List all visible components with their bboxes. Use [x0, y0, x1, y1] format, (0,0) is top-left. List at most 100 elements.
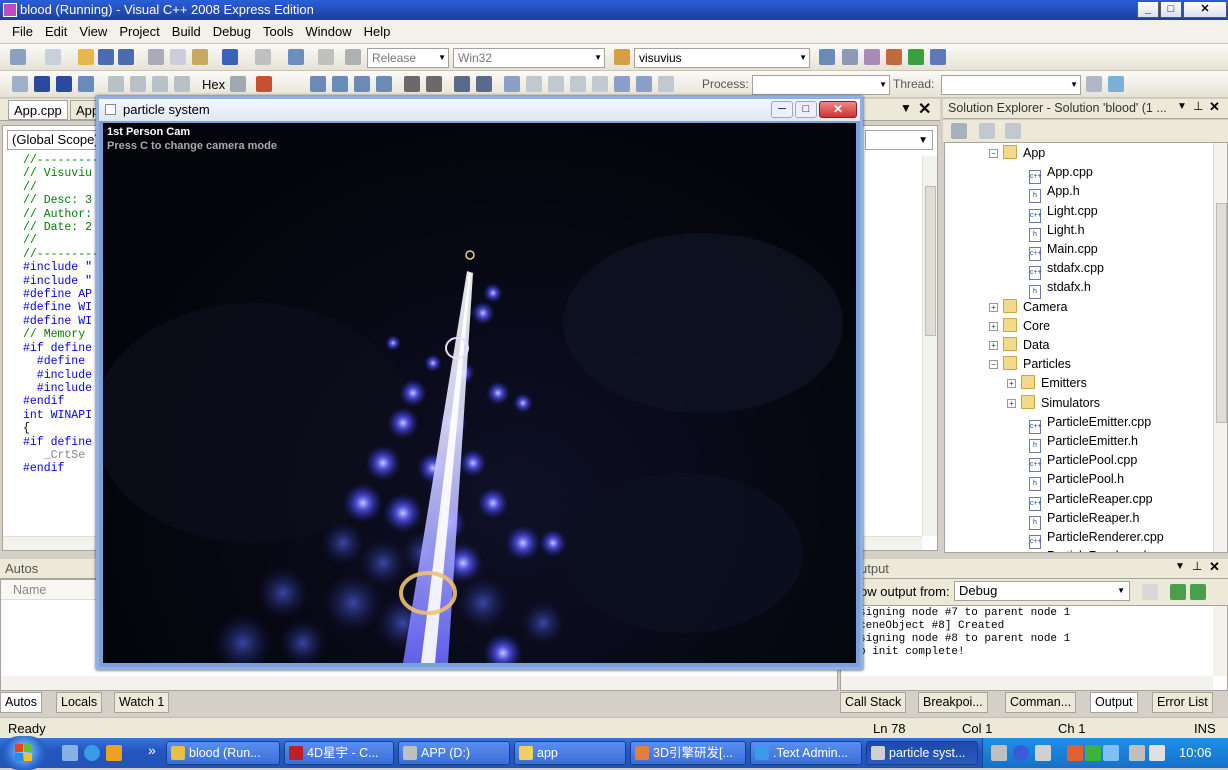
output-pin-icon[interactable]: ⊥	[1192, 559, 1202, 573]
output-vscrollbar[interactable]	[1213, 606, 1227, 676]
task-app-folder[interactable]: app	[514, 741, 626, 765]
restart-icon[interactable]	[78, 76, 94, 92]
stop-debugging-icon[interactable]	[56, 76, 72, 92]
tab-locals[interactable]: Locals	[56, 692, 103, 713]
redo-icon[interactable]	[255, 49, 271, 65]
expand-icon[interactable]: +	[1007, 398, 1016, 408]
expand-icon[interactable]: +	[989, 321, 998, 331]
object-browser-icon[interactable]	[864, 49, 880, 65]
show-desktop-icon[interactable]	[62, 745, 78, 761]
tree-item-particleemitter-cpp[interactable]: c++ ParticleEmitter.cpp	[1029, 413, 1151, 434]
tree-item-core[interactable]: + Core	[989, 317, 1050, 336]
menu-edit[interactable]: Edit	[39, 20, 73, 42]
prev-bookmark-folder-icon[interactable]	[570, 76, 586, 92]
tab-breakpoints[interactable]: Breakpoi...	[918, 692, 988, 713]
breakpoints-window-icon[interactable]	[256, 76, 272, 92]
tray-keyboard-icon[interactable]	[991, 745, 1007, 761]
tray-app1-icon[interactable]	[1067, 745, 1083, 761]
tree-item-data[interactable]: + Data	[989, 336, 1049, 355]
indent-icon[interactable]	[404, 76, 420, 92]
next-bookmark-folder-icon[interactable]	[592, 76, 608, 92]
se-show-all-icon[interactable]	[979, 123, 995, 139]
expand-icon[interactable]: +	[989, 341, 998, 350]
particle-minimize-button[interactable]: ─	[771, 101, 793, 118]
format2-icon[interactable]	[332, 76, 348, 92]
tab-error-list[interactable]: Error List	[1152, 692, 1213, 713]
thread-select[interactable]: ▼	[941, 75, 1081, 95]
copy-icon[interactable]	[170, 49, 186, 65]
task-4d[interactable]: 4D星宇 - C...	[284, 741, 394, 765]
output-source-select[interactable]: Debug ▼	[954, 581, 1130, 601]
navigate-forward-icon[interactable]	[318, 49, 334, 65]
tree-item-simulators[interactable]: + Simulators	[1007, 394, 1100, 413]
particle-system-window[interactable]: particle system ─ □ ✕ 1st Person Cam Pre…	[96, 96, 863, 670]
start-button[interactable]	[2, 736, 46, 770]
quicklaunch-more-icon[interactable]: »	[148, 742, 156, 758]
tray-volume-icon[interactable]	[1149, 745, 1165, 761]
step-out-icon[interactable]	[174, 76, 190, 92]
properties-icon[interactable]	[842, 49, 858, 65]
tab-output[interactable]: Output	[1090, 692, 1138, 713]
format3-icon[interactable]	[354, 76, 370, 92]
tree-item-particlerenderer-cpp[interactable]: c++ ParticleRenderer.cpp	[1029, 528, 1164, 549]
menu-debug[interactable]: Debug	[207, 20, 257, 42]
tree-item-particlerenderer-h[interactable]: hParticleRenderer.h	[1029, 547, 1151, 552]
minimize-button[interactable]: _	[1137, 1, 1159, 18]
show-next-statement-icon[interactable]	[108, 76, 124, 92]
continue-debug-icon[interactable]	[12, 76, 28, 92]
open-file-icon[interactable]	[78, 49, 94, 65]
step-into-icon[interactable]	[130, 76, 146, 92]
find-icon[interactable]	[636, 76, 652, 92]
solution-explorer-icon[interactable]	[819, 49, 835, 65]
panel-menu-icon[interactable]: ▼	[1177, 101, 1187, 112]
menu-file[interactable]: File	[6, 20, 39, 42]
tab-autos[interactable]: Autos	[0, 692, 42, 713]
output-text-area[interactable]: signing node #7 to parent node 1 ceneObje…	[840, 605, 1228, 691]
platform-select[interactable]: Win32 ▼	[453, 48, 605, 68]
cut-icon[interactable]	[148, 49, 164, 65]
expand-icon[interactable]: −	[989, 149, 998, 158]
se-refresh-icon[interactable]	[1005, 123, 1021, 139]
particle-window-titlebar[interactable]: particle system ─ □ ✕	[99, 99, 860, 121]
autos-hscrollbar[interactable]	[1, 676, 837, 690]
autos-col-name[interactable]: Name	[13, 583, 46, 597]
tab-call-stack[interactable]: Call Stack	[840, 692, 907, 713]
format4-icon[interactable]	[376, 76, 392, 92]
tree-item-camera[interactable]: + Camera	[989, 298, 1067, 317]
tree-item-particleemitter-h[interactable]: h ParticleEmitter.h	[1029, 432, 1138, 453]
tree-item-app-cpp[interactable]: c++ App.cpp	[1029, 163, 1093, 185]
outdent-icon[interactable]	[426, 76, 442, 92]
window-icon[interactable]	[930, 49, 946, 65]
tree-item-app-h[interactable]: h App.h	[1029, 182, 1080, 204]
add-item-icon[interactable]	[45, 49, 61, 65]
prev-bookmark-icon[interactable]	[526, 76, 542, 92]
tree-item-particlereaper-h[interactable]: h ParticleReaper.h	[1029, 509, 1139, 530]
tree-item-light-cpp[interactable]: c++ Light.cpp	[1029, 202, 1098, 223]
save-icon[interactable]	[98, 49, 114, 65]
tree-item-light-h[interactable]: h Light.h	[1029, 221, 1085, 242]
break-all-icon[interactable]	[34, 76, 50, 92]
close-button[interactable]: ✕	[1183, 1, 1227, 18]
process-select[interactable]: ▼	[752, 75, 890, 95]
tab-dropdown-icon[interactable]: ▼	[900, 101, 912, 115]
task-particle-system[interactable]: particle syst...	[866, 741, 978, 765]
save-all-icon[interactable]	[118, 49, 134, 65]
media-player-icon[interactable]	[106, 745, 122, 761]
menu-project[interactable]: Project	[113, 20, 165, 42]
render-viewport[interactable]: 1st Person Cam Press C to change camera …	[103, 123, 856, 663]
se-scroll-thumb[interactable]	[1216, 203, 1227, 423]
flag-threads-icon[interactable]	[1108, 76, 1124, 92]
task-3d-engine[interactable]: 3D引擎研发[...	[630, 741, 746, 765]
clear-bookmarks-icon[interactable]	[614, 76, 630, 92]
tree-item-main-cpp[interactable]: c++ Main.cpp	[1029, 240, 1098, 261]
config-select[interactable]: Release ▼	[367, 48, 449, 68]
tab-command[interactable]: Comman...	[1005, 692, 1077, 713]
menu-tools[interactable]: Tools	[257, 20, 299, 42]
member-select[interactable]: ▼	[865, 130, 933, 150]
maximize-button[interactable]: □	[1160, 1, 1182, 18]
tree-item-particlepool-cpp[interactable]: c++ ParticlePool.cpp	[1029, 451, 1137, 473]
task-app-drive[interactable]: APP (D:)	[398, 741, 510, 765]
pin-icon[interactable]: ⊥	[1193, 99, 1203, 113]
prev-message-icon[interactable]	[1170, 584, 1186, 600]
find-message-icon[interactable]	[1142, 584, 1158, 600]
